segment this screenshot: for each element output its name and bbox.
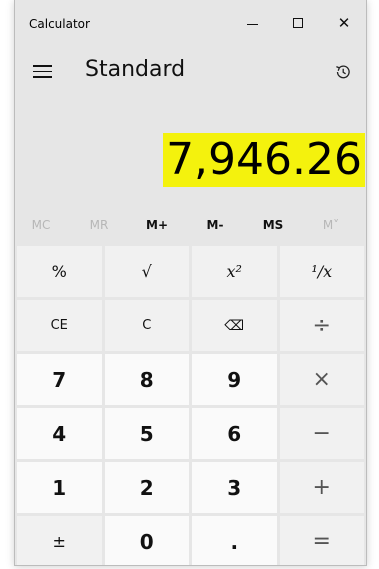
digit-7-button[interactable]: 7 [17,354,102,405]
backspace-button[interactable]: ⌫ [192,300,277,351]
digit-1-button[interactable]: 1 [17,462,102,513]
minimize-button[interactable] [229,0,275,46]
mode-header: Standard [15,50,366,94]
negate-button[interactable]: ± [17,516,102,565]
clear-entry-button[interactable]: CE [17,300,102,351]
digit-4-button[interactable]: 4 [17,408,102,459]
title-bar: Calculator ✕ [15,0,366,46]
hamburger-icon[interactable] [33,63,52,79]
maximize-icon [293,18,303,28]
close-button[interactable]: ✕ [321,0,366,46]
digit-8-button[interactable]: 8 [104,354,189,405]
history-icon[interactable] [333,62,353,82]
percent-button[interactable]: % [17,246,102,297]
close-icon: ✕ [337,14,351,32]
memory-add-button[interactable]: M+ [135,212,179,238]
minimize-icon [246,23,258,25]
digit-3-button[interactable]: 3 [192,462,277,513]
add-button[interactable]: + [279,462,364,513]
subtract-button[interactable]: − [279,408,364,459]
backspace-icon: ⌫ [224,317,245,334]
memory-list-button[interactable]: M˅ [309,212,353,238]
square-button[interactable]: x² [192,246,277,297]
memory-clear-button[interactable]: MC [19,212,63,238]
digit-5-button[interactable]: 5 [104,408,189,459]
display-value: 7,946.26 [163,133,365,187]
multiply-button[interactable]: × [279,354,364,405]
square-root-button[interactable]: √ [104,246,189,297]
mode-title: Standard [85,57,186,82]
reciprocal-button[interactable]: ¹/x [279,246,364,297]
digit-2-button[interactable]: 2 [104,462,189,513]
app-title: Calculator [29,17,90,31]
divide-button[interactable]: ÷ [279,300,364,351]
digit-9-button[interactable]: 9 [192,354,277,405]
memory-recall-button[interactable]: MR [77,212,121,238]
memory-store-button[interactable]: MS [251,212,295,238]
memory-row: MC MR M+ M- MS M˅ [15,212,366,238]
memory-subtract-button[interactable]: M- [193,212,237,238]
calculator-window: Calculator ✕ Standard 7,946.26 MC MR M+ [14,0,367,566]
decimal-button[interactable]: . [192,516,277,565]
digit-6-button[interactable]: 6 [192,408,277,459]
maximize-button[interactable] [275,0,321,46]
clear-button[interactable]: C [104,300,189,351]
digit-0-button[interactable]: 0 [104,516,189,565]
equals-button[interactable]: = [279,516,364,565]
result-display: 7,946.26 [15,130,366,192]
